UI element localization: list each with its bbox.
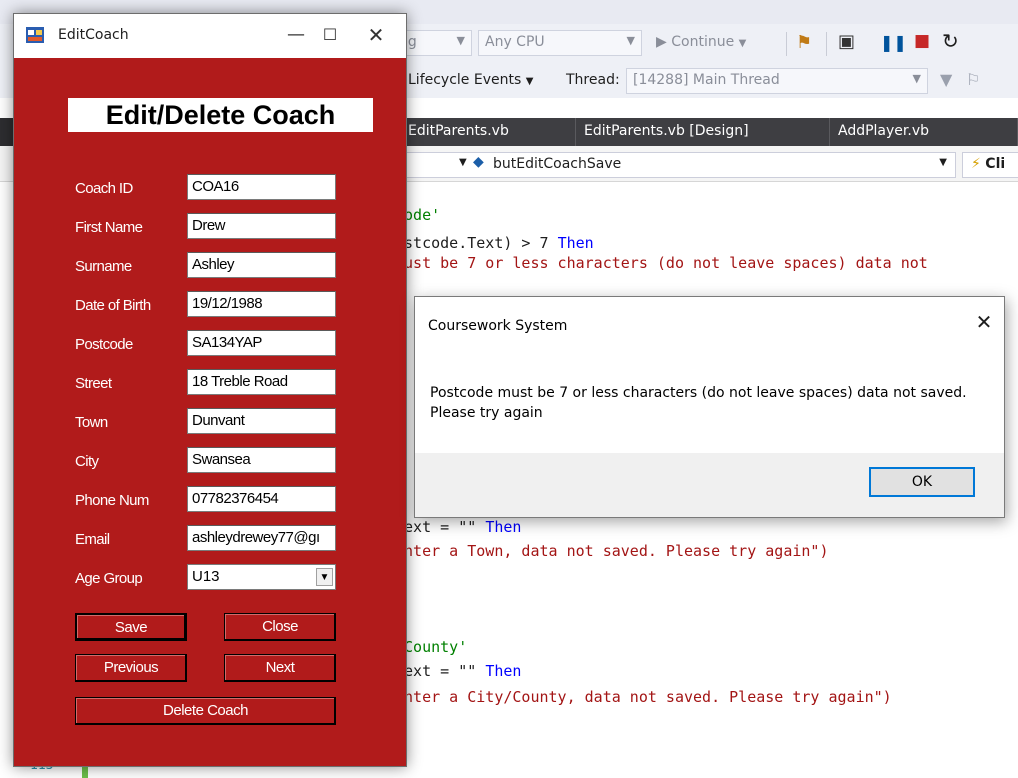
chevron-down-icon: ▼ <box>912 72 921 85</box>
tab-editparents-design[interactable]: EditParents.vb [Design] <box>576 118 830 146</box>
save-button[interactable]: Save <box>75 613 187 641</box>
code-line: Text = "" Then <box>395 518 521 536</box>
thread-combo[interactable]: [14288] Main Thread ▼ <box>626 68 928 94</box>
age-group-select[interactable]: U13 ▼ <box>187 564 336 590</box>
age-group-value: U13 <box>192 568 220 585</box>
next-button[interactable]: Next <box>224 654 336 682</box>
filter-icon[interactable]: ▼ <box>940 70 952 89</box>
code-text: ostcode.Text) > 7 <box>395 234 558 252</box>
form-heading: Edit/Delete Coach <box>68 98 373 132</box>
code-text: Text = "" <box>395 662 486 680</box>
continue-button[interactable]: ▶ Continue ▼ <box>656 34 746 50</box>
event-icon: ◆ <box>473 154 484 170</box>
message-box-footer: OK <box>415 453 1004 517</box>
thread-label: Thread: <box>566 72 620 88</box>
pause-icon[interactable]: ❚❚ <box>880 33 907 52</box>
code-text: Text = "" <box>395 518 486 536</box>
city-field[interactable]: Swansea <box>187 447 336 473</box>
coach-id-field[interactable]: COA16 <box>187 174 336 200</box>
member-combo-value: butEditCoachSave <box>493 156 622 172</box>
chevron-down-icon: ▼ <box>738 38 747 49</box>
label-first-name: First Name <box>75 219 143 236</box>
message-box: Coursework System ✕ Postcode must be 7 o… <box>414 296 1005 518</box>
lightning-icon: ⚡ <box>971 156 981 172</box>
message-box-title: Coursework System <box>428 318 568 334</box>
code-line: enter a City/County, data not saved. Ple… <box>395 688 892 706</box>
platform-value: Any CPU <box>485 34 545 50</box>
first-name-field[interactable]: Drew <box>187 213 336 239</box>
date-of-birth-field[interactable]: 19/12/1988 <box>187 291 336 317</box>
chevron-down-icon: ▼ <box>939 157 947 168</box>
label-street: Street <box>75 375 112 392</box>
label-town: Town <box>75 414 108 431</box>
code-keyword: Then <box>557 234 594 252</box>
tab-addplayer-vb[interactable]: AddPlayer.vb <box>830 118 1018 146</box>
label-surname: Surname <box>75 258 132 275</box>
email-field[interactable]: ashleydrewey77@gı <box>187 525 336 551</box>
toolbar-separator <box>826 32 827 56</box>
previous-button[interactable]: Previous <box>75 654 187 682</box>
postcode-field[interactable]: SA134YAP <box>187 330 336 356</box>
code-keyword: Then <box>485 518 522 536</box>
street-field[interactable]: 18 Treble Road <box>187 369 336 395</box>
delete-coach-button[interactable]: Delete Coach <box>75 697 336 725</box>
phone-num-field[interactable]: 07782376454 <box>187 486 336 512</box>
minimize-button[interactable]: — <box>282 22 310 48</box>
continue-label: Continue <box>671 34 735 50</box>
chevron-down-icon: ▼ <box>456 34 465 47</box>
message-text: Postcode must be 7 or less characters (d… <box>430 385 967 421</box>
flag-icon[interactable]: ⚐ <box>966 70 980 89</box>
restart-icon[interactable]: ↻ <box>942 29 959 53</box>
close-window-button[interactable]: ✕ <box>362 22 390 48</box>
code-line: enter a Town, data not saved. Please try… <box>395 542 829 560</box>
lifecycle-events-button[interactable]: Lifecycle Events ▼ <box>408 72 533 88</box>
toolbar-separator <box>786 32 787 56</box>
ok-button[interactable]: OK <box>869 467 975 497</box>
window-title: EditCoach <box>58 27 129 43</box>
close-button[interactable]: Close <box>224 613 336 641</box>
lifecycle-events-label: Lifecycle Events <box>408 72 522 88</box>
label-postcode: Postcode <box>75 336 133 353</box>
maximize-button[interactable]: ☐ <box>316 22 344 48</box>
label-email: Email <box>75 531 110 548</box>
window-title-bar[interactable]: EditCoach — ☐ ✕ <box>14 14 406 58</box>
chevron-down-icon: ▼ <box>626 34 635 47</box>
method-combo-value: Cli <box>985 156 1006 172</box>
stop-icon[interactable]: ■ <box>914 31 930 51</box>
label-coach-id: Coach ID <box>75 180 133 197</box>
code-line: must be 7 or less characters (do not lea… <box>395 254 928 272</box>
chevron-down-icon[interactable]: ▼ <box>316 568 333 586</box>
app-icon <box>26 27 44 43</box>
platform-combo[interactable]: Any CPU ▼ <box>478 30 642 56</box>
code-keyword: Then <box>485 662 522 680</box>
find-icon[interactable]: ⚑ <box>796 32 812 53</box>
code-line: Text = "" Then <box>395 662 521 680</box>
label-age-group: Age Group <box>75 570 143 587</box>
editcoach-window: EditCoach — ☐ ✕ Edit/Delete Coach Coach … <box>13 13 407 767</box>
code-line: ostcode.Text) > 7 Then <box>395 234 594 252</box>
label-phone-num: Phone Num <box>75 492 149 509</box>
member-combo[interactable]: ▼ ◆ butEditCoachSave ▼ <box>396 152 956 178</box>
thread-value: [14288] Main Thread <box>633 72 780 88</box>
window-icon[interactable]: ▣ <box>838 31 855 52</box>
method-combo[interactable]: ⚡ Cli <box>962 152 1018 178</box>
close-icon[interactable]: ✕ <box>971 309 997 335</box>
chevron-down-icon: ▼ <box>459 157 467 168</box>
chevron-down-icon: ▼ <box>525 76 534 87</box>
surname-field[interactable]: Ashley <box>187 252 336 278</box>
tab-editparents-vb[interactable]: EditParents.vb <box>400 118 576 146</box>
label-date-of-birth: Date of Birth <box>75 297 151 314</box>
label-city: City <box>75 453 99 470</box>
town-field[interactable]: Dunvant <box>187 408 336 434</box>
play-icon: ▶ <box>656 34 667 50</box>
